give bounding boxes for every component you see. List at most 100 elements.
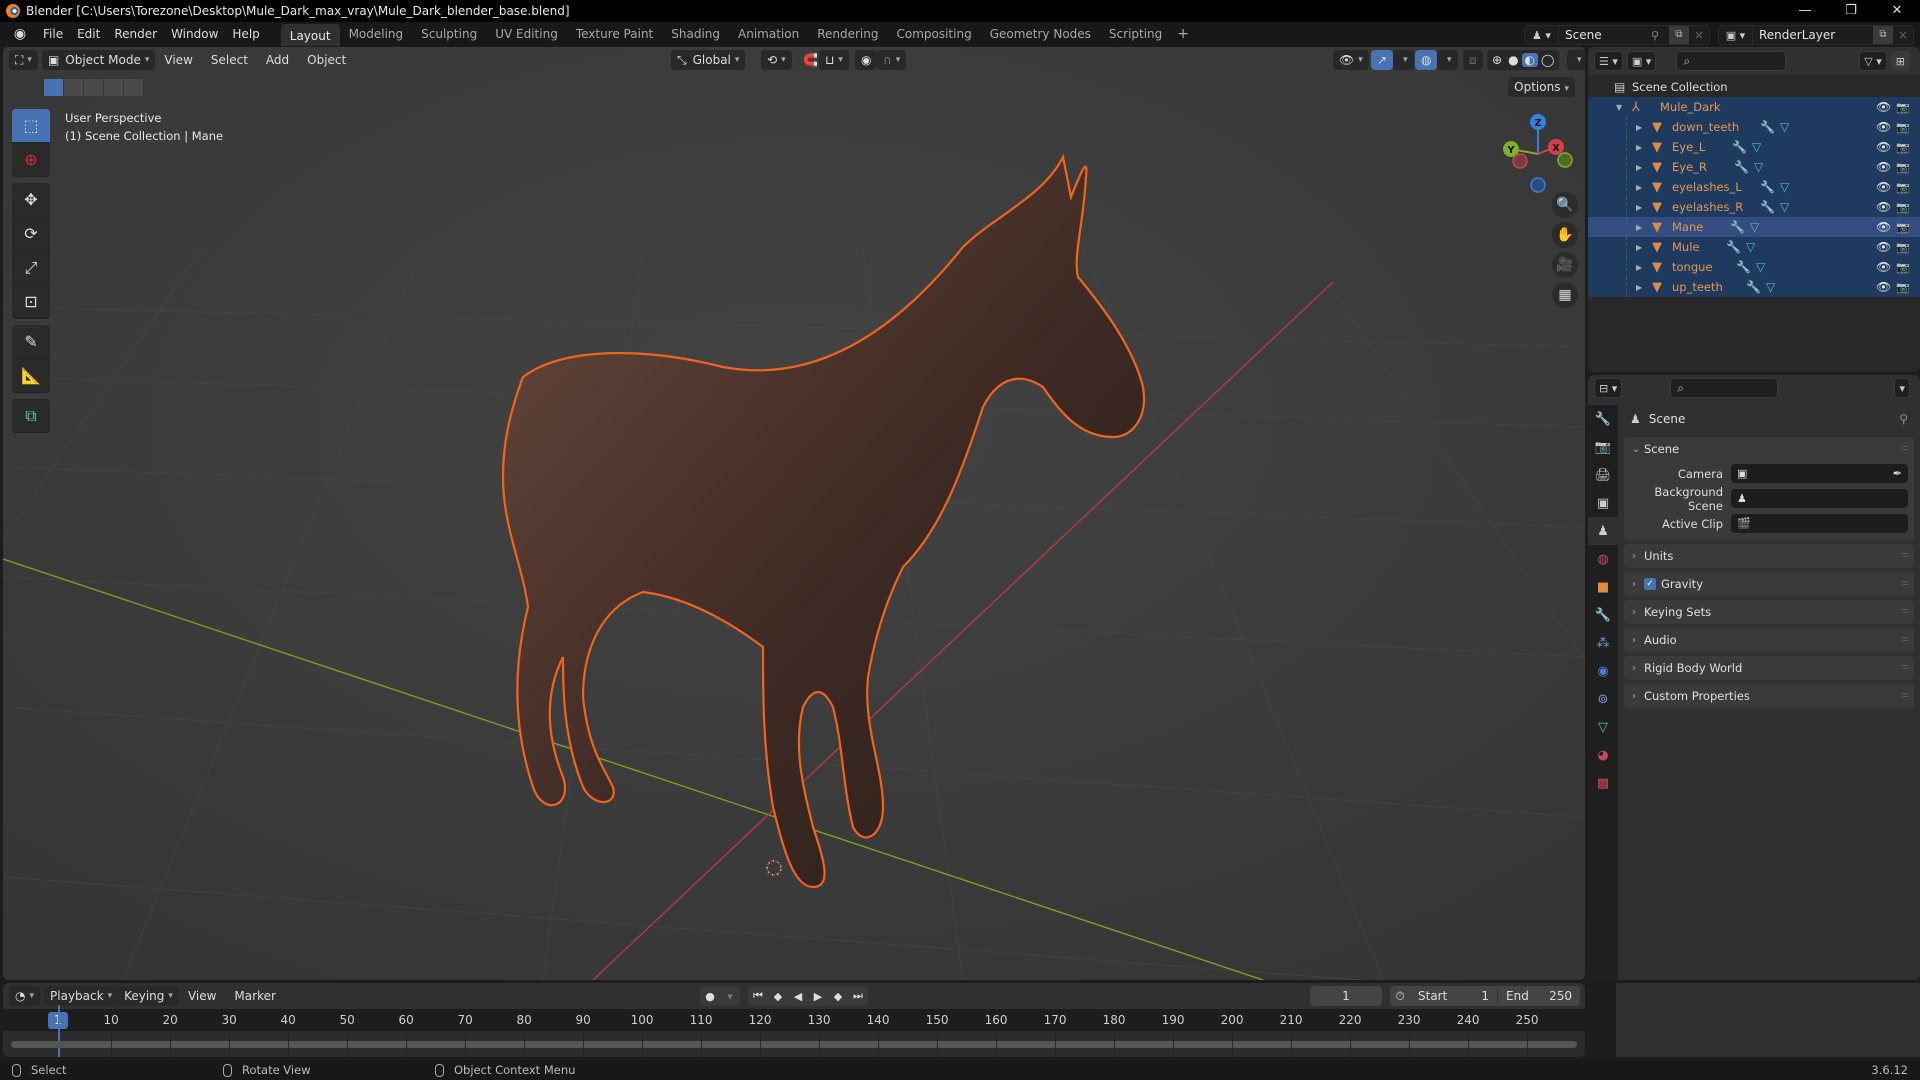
menu-edit[interactable]: Edit (70, 27, 107, 41)
expand-arrow-icon[interactable]: ▶ (1636, 203, 1642, 212)
previous-keyframe-button[interactable]: ◆ (768, 986, 788, 1006)
object-name[interactable]: Mule (1672, 240, 1699, 254)
modifier-wrench-icon[interactable]: 🔧 (1760, 120, 1775, 134)
modifier-wrench-icon[interactable]: 🔧 (1736, 260, 1751, 274)
tab-layout[interactable]: Layout (280, 24, 340, 46)
panel-header[interactable]: › Rigid Body World (1624, 656, 1914, 680)
viewport-menu-object[interactable]: Object (298, 53, 355, 67)
menu-window[interactable]: Window (164, 27, 225, 41)
object-visibility-button[interactable]: 👁 ▾ (1333, 50, 1369, 70)
tab-rendering[interactable]: Rendering (808, 24, 887, 44)
object-name[interactable]: Eye_R (1672, 160, 1707, 174)
new-view-layer-button[interactable]: ⧉ (1873, 26, 1893, 44)
expand-arrow-icon[interactable]: ▶ (1636, 263, 1642, 272)
stopwatch-icon[interactable]: ⏱ (1390, 989, 1410, 1004)
maximize-button[interactable]: ❐ (1828, 0, 1874, 22)
render-camera-icon[interactable]: 📷 (1896, 141, 1910, 154)
object-name[interactable]: eyelashes_L (1672, 180, 1742, 194)
drag-grip-icon[interactable]: :::: (1901, 690, 1909, 699)
outliner-object-row[interactable]: ▶ ▼ Mule 🔧 ▽ 👁 📷 (1588, 237, 1920, 257)
modifier-wrench-icon[interactable]: 🔧 (1760, 180, 1775, 194)
current-frame-field[interactable]: 1 (1310, 986, 1382, 1006)
outliner-collection-mule-dark[interactable]: ▼ ⅄ Mule_Dark 👁 📷 (1588, 97, 1920, 117)
panel-custom-properties[interactable]: › Custom Properties:::: (1624, 684, 1914, 708)
mesh-data-icon[interactable]: ▽ (1750, 220, 1759, 234)
visibility-eye-icon[interactable]: 👁 (1876, 180, 1891, 194)
tab-shading[interactable]: Shading (662, 24, 729, 44)
render-camera-icon[interactable]: 📷 (1896, 161, 1910, 174)
gravity-checkbox[interactable]: ✓ (1644, 578, 1656, 590)
minimize-button[interactable]: — (1782, 0, 1828, 22)
menu-help[interactable]: Help (225, 27, 266, 41)
expand-arrow-icon[interactable]: ▶ (1636, 163, 1642, 172)
mesh-data-icon[interactable]: ▽ (1756, 260, 1765, 274)
modifier-wrench-icon[interactable]: 🔧 (1760, 200, 1775, 214)
render-camera-icon[interactable]: 📷 (1896, 261, 1910, 274)
pin-icon[interactable]: ⚲ (1651, 29, 1669, 42)
drag-grip-icon[interactable]: :::: (1901, 443, 1909, 452)
panel-rigid-body-world[interactable]: › Rigid Body World:::: (1624, 656, 1914, 680)
outliner-object-row[interactable]: ▶ ▼ Mane 🔧 ▽ 👁 📷 (1588, 217, 1920, 237)
snap-target-button[interactable]: ⊔ ▾ (819, 50, 849, 70)
render-camera-icon[interactable]: 📷 (1896, 101, 1910, 114)
panel-scene-header[interactable]: ⌄ Scene (1624, 437, 1914, 461)
move-tool[interactable]: ✥ (12, 183, 50, 217)
select-extend-button[interactable] (64, 79, 83, 96)
delete-view-layer-button[interactable]: × (1893, 28, 1913, 42)
transform-tool[interactable]: ⊡ (12, 285, 50, 319)
new-scene-button[interactable]: ⧉ (1669, 26, 1689, 44)
object-name[interactable]: tongue (1672, 260, 1713, 274)
new-collection-button[interactable]: ⊞ (1890, 51, 1910, 71)
expand-arrow-icon[interactable]: ▶ (1636, 123, 1642, 132)
tab-world[interactable]: ◍ (1588, 545, 1618, 573)
mesh-data-icon[interactable]: ▽ (1754, 160, 1763, 174)
gizmo-dropdown[interactable]: ▾ (1393, 50, 1414, 70)
visibility-eye-icon[interactable]: 👁 (1876, 140, 1891, 154)
auto-keying-dropdown[interactable]: ▾ (720, 986, 740, 1006)
tab-object[interactable]: ■ (1588, 573, 1618, 601)
tab-uv-editing[interactable]: UV Editing (486, 24, 567, 44)
proportional-falloff-button[interactable]: ∩ ▾ (877, 50, 907, 70)
viewport-menu-select[interactable]: Select (202, 53, 257, 67)
playhead-line[interactable] (58, 1005, 60, 1057)
object-name[interactable]: Eye_L (1672, 140, 1705, 154)
select-intersect-button[interactable] (124, 79, 143, 96)
timeline-menu-view[interactable]: View (179, 989, 225, 1003)
background-scene-field[interactable]: ♟ (1731, 489, 1908, 508)
zoom-view-button[interactable]: 🔍 (1552, 192, 1578, 218)
panel-audio[interactable]: › Audio:::: (1624, 628, 1914, 652)
camera-view-button[interactable]: 🎥 (1552, 252, 1578, 278)
pan-view-button[interactable]: ✋ (1552, 222, 1578, 248)
rotate-tool[interactable]: ⟳ (12, 217, 50, 251)
mesh-data-icon[interactable]: ▽ (1746, 240, 1755, 254)
annotate-tool[interactable]: ✎ (12, 325, 50, 359)
panel-header[interactable]: › Audio (1624, 628, 1914, 652)
expand-arrow-icon[interactable]: ▶ (1636, 143, 1642, 152)
close-button[interactable]: ✕ (1874, 0, 1920, 22)
mesh-data-icon[interactable]: ▽ (1780, 120, 1789, 134)
scene-icon[interactable]: ♟ ▾ (1525, 26, 1559, 44)
mesh-data-icon[interactable]: ▽ (1766, 280, 1775, 294)
visibility-eye-icon[interactable]: 👁 (1876, 260, 1891, 274)
visibility-eye-icon[interactable]: 👁 (1876, 280, 1891, 294)
tab-particles[interactable]: ⁂ (1588, 629, 1618, 657)
object-name[interactable]: down_teeth (1672, 120, 1739, 134)
play-button[interactable]: ▶ (808, 986, 828, 1006)
visibility-eye-icon[interactable]: 👁 (1876, 240, 1891, 254)
scene-name[interactable]: Scene (1559, 28, 1651, 42)
panel-gravity[interactable]: › ✓ Gravity:::: (1624, 572, 1914, 596)
cursor-tool[interactable]: ⊕ (12, 143, 50, 177)
filter-button[interactable]: ▽ ▾ (1859, 51, 1887, 71)
timeline-scrollbar[interactable] (11, 1041, 1577, 1048)
tab-modeling[interactable]: Modeling (340, 24, 413, 44)
view-layer-name[interactable]: RenderLayer (1753, 28, 1873, 42)
play-reverse-button[interactable]: ◀ (788, 986, 808, 1006)
drag-grip-icon[interactable]: :::: (1901, 578, 1909, 587)
tab-physics[interactable]: ◉ (1588, 657, 1618, 685)
modifier-wrench-icon[interactable]: 🔧 (1726, 240, 1741, 254)
tab-texture[interactable]: ▩ (1588, 769, 1618, 797)
select-new-button[interactable] (44, 79, 63, 96)
tab-render[interactable]: 📷 (1588, 433, 1618, 461)
outliner-search-input[interactable]: ⌕ (1676, 51, 1787, 71)
scale-tool[interactable]: ⤢ (12, 251, 50, 285)
